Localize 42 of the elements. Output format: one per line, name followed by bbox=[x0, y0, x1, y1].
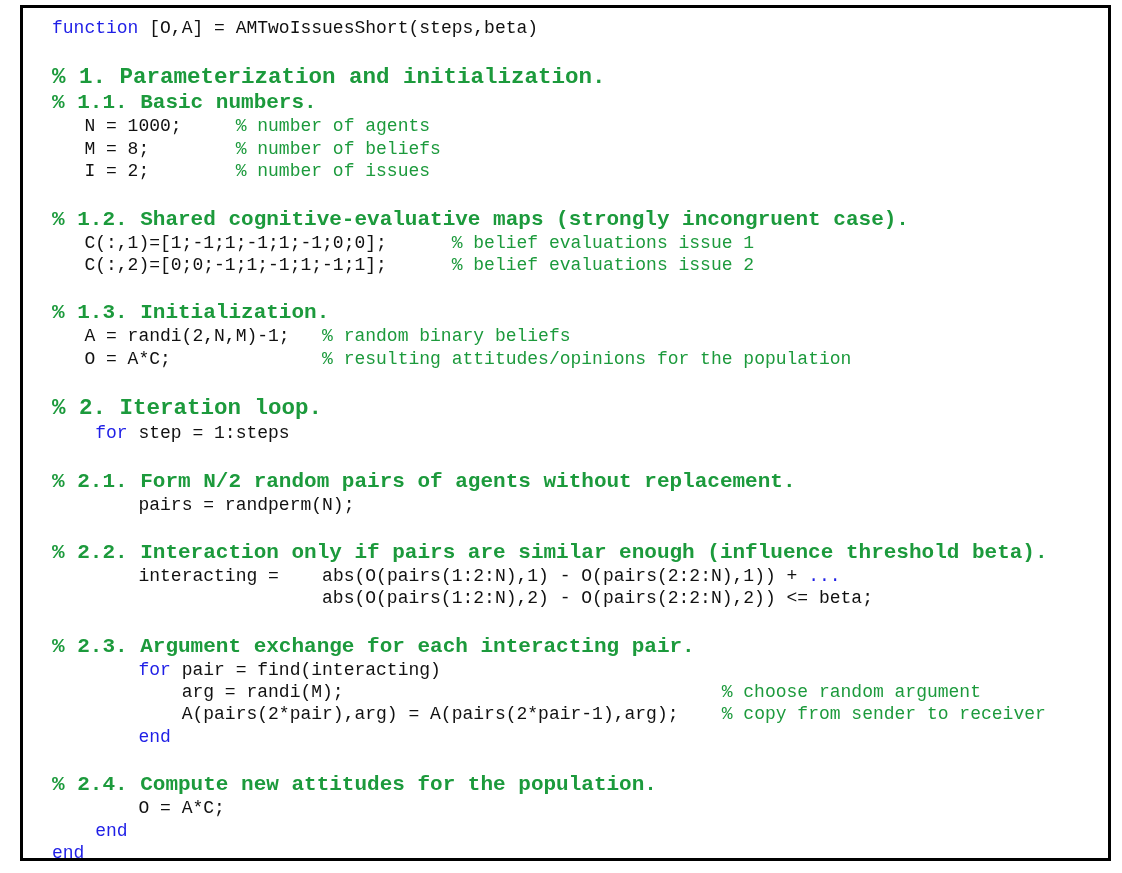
code-text: I = 2; bbox=[84, 161, 150, 182]
code-text: pairs = randperm(N); bbox=[138, 494, 355, 515]
code-text: O = A*C; bbox=[138, 798, 225, 819]
code-text: interacting = bbox=[138, 565, 279, 586]
section-heading: % 2.2. Interaction only if pairs are similar enough (influence threshold beta). bbox=[52, 540, 1048, 564]
section-heading: % 1.1. Basic numbers. bbox=[52, 91, 317, 115]
code-keyword: end bbox=[138, 726, 171, 747]
code-text: A(pairs(2*pair),arg) = A(pairs(2*pair-1),arg); bbox=[181, 704, 679, 725]
code-text: M = 8; bbox=[84, 138, 150, 159]
code-text: abs(O(pairs(1:2:N),1) - O(pairs(2:2:N),1)) + bbox=[322, 565, 798, 586]
section-heading: % 2.1. Form N/2 random pairs of agents without replacement. bbox=[52, 469, 796, 493]
code-text: step = 1:steps bbox=[138, 423, 290, 444]
section-heading: % 1.2. Shared cognitive-evaluative maps (strongly incongruent case). bbox=[52, 207, 909, 231]
code-text: C(:,2)=[0;0;-1;1;-1;1;-1;1]; bbox=[84, 254, 387, 275]
code-keyword: for bbox=[138, 659, 171, 680]
code-text: C(:,1)=[1;-1;1;-1;1;-1;0;0]; bbox=[84, 232, 387, 253]
code-comment: % random binary beliefs bbox=[322, 326, 571, 347]
code-text: O = A*C; bbox=[84, 348, 171, 369]
code-text: arg = randi(M); bbox=[181, 682, 344, 703]
code-text: [O,A] = AMTwoIssuesShort(steps,beta) bbox=[149, 18, 539, 38]
code-text: abs(O(pairs(1:2:N),2) - O(pairs(2:2:N),2)) <= beta; bbox=[322, 588, 873, 609]
code-keyword: end bbox=[52, 843, 85, 864]
code-comment: % copy from sender to receiver bbox=[721, 704, 1046, 725]
code-comment: % choose random argument bbox=[721, 682, 981, 703]
code-text: N = 1000; bbox=[84, 116, 182, 137]
code-comment: % belief evaluations issue 2 bbox=[451, 254, 755, 275]
code-text: pair = find(interacting) bbox=[181, 659, 441, 680]
code-comment: % number of agents bbox=[235, 116, 431, 137]
section-heading: % 1.3. Initialization. bbox=[52, 301, 330, 325]
section-heading: % 2. Iteration loop. bbox=[52, 395, 323, 422]
code-comment: % resulting attitudes/opinions for the population bbox=[322, 348, 852, 369]
section-heading: % 1. Parameterization and initialization. bbox=[52, 64, 606, 91]
code-keyword: end bbox=[95, 820, 128, 841]
code-comment: % number of beliefs bbox=[235, 138, 441, 159]
section-heading: % 2.3. Argument exchange for each interacting pair. bbox=[52, 634, 695, 658]
code-keyword: for bbox=[95, 423, 128, 444]
code-keyword: function bbox=[52, 18, 139, 38]
section-heading: % 2.4. Compute new attitudes for the population. bbox=[52, 773, 657, 797]
code-text: A = randi(2,N,M)-1; bbox=[84, 326, 290, 347]
code-keyword: ... bbox=[808, 565, 841, 586]
code-comment: % belief evaluations issue 1 bbox=[451, 232, 755, 253]
code-comment: % number of issues bbox=[235, 161, 431, 182]
